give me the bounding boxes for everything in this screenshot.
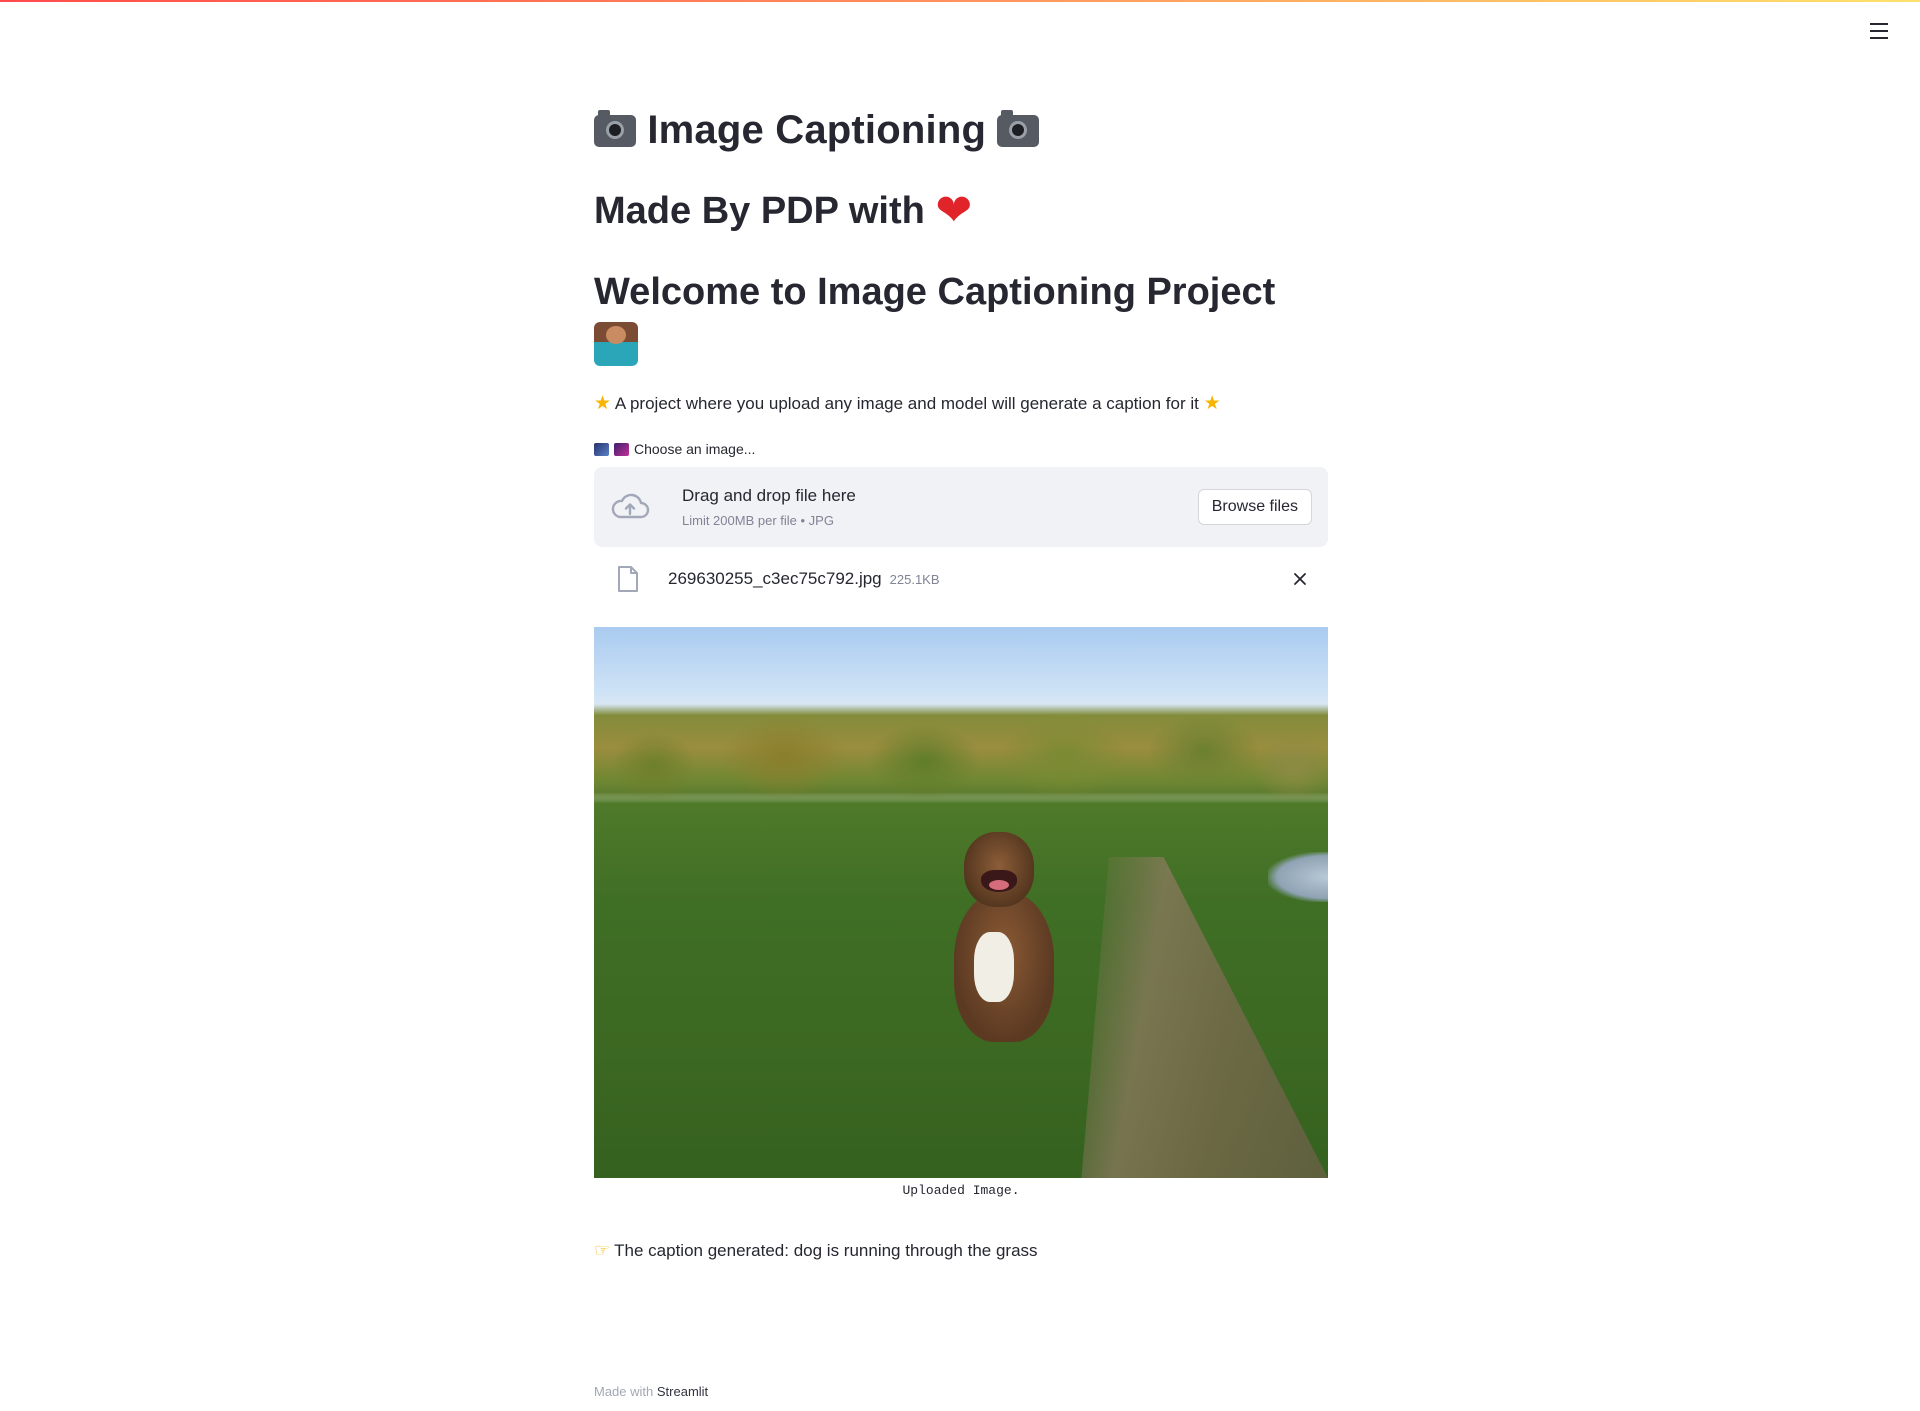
browse-files-button[interactable]: Browse files [1197, 489, 1312, 525]
project-description: ★ A project where you upload any image a… [594, 390, 1328, 417]
hamburger-line [1870, 37, 1888, 39]
dropzone-instructions: Drag and drop file here Limit 200MB per … [682, 484, 1198, 531]
image-dirt-path [1081, 857, 1328, 1178]
file-icon [618, 566, 638, 592]
hamburger-menu-icon [1870, 23, 1888, 25]
generated-caption-text: The caption generated: dog is running th… [614, 1241, 1038, 1260]
uploaded-file-row: 269630255_c3ec75c792.jpg 225.1KB [594, 557, 1328, 601]
footer-streamlit-link[interactable]: Streamlit [657, 1384, 708, 1399]
welcome-heading: Welcome to Image Captioning Project [594, 264, 1328, 376]
cloud-upload-icon [611, 493, 650, 519]
image-treeline [594, 697, 1328, 817]
generated-caption: ☞ The caption generated: dog is running t… [594, 1238, 1328, 1264]
uploader-label-text: Choose an image... [634, 441, 756, 457]
main-menu-button[interactable] [1866, 20, 1892, 42]
dog-mouth [981, 870, 1017, 892]
top-decoration-stripe [0, 0, 1920, 2]
main-content: Image Captioning Made By PDP with ❤ Welc… [594, 100, 1328, 1264]
uploaded-image [594, 627, 1328, 1178]
page-title-text: Image Captioning [647, 108, 987, 152]
author-heading-text: Made By PDP with [594, 190, 925, 232]
star-icon: ★ [1203, 392, 1221, 414]
hamburger-line [1870, 30, 1888, 32]
close-icon[interactable] [1290, 569, 1310, 589]
footer: Made with Streamlit [594, 1384, 708, 1399]
uploaded-file-name: 269630255_c3ec75c792.jpg [668, 569, 882, 588]
image-water [1268, 852, 1328, 902]
dropzone-limit: Limit 200MB per file • JPG [682, 512, 834, 528]
technologist-icon [594, 322, 638, 366]
footer-prefix: Made with [594, 1384, 654, 1399]
uploader-label: Choose an image... [594, 439, 1328, 459]
star-icon: ★ [594, 392, 612, 414]
author-heading: Made By PDP with ❤ [594, 182, 1328, 240]
galaxy-icon [614, 442, 629, 456]
page-title: Image Captioning [594, 100, 1328, 160]
file-dropzone[interactable]: Drag and drop file here Limit 200MB per … [594, 467, 1328, 547]
image-caption: Uploaded Image. [902, 1183, 1020, 1198]
uploaded-file-size: 225.1KB [889, 571, 940, 587]
camera-icon [594, 110, 636, 147]
image-dog [939, 822, 1069, 1072]
night-sky-icon [594, 442, 609, 456]
heart-icon: ❤ [935, 185, 973, 236]
dropzone-title: Drag and drop file here [682, 485, 856, 505]
dog-chest [974, 932, 1014, 1002]
camera-icon [997, 110, 1040, 147]
welcome-heading-text: Welcome to Image Captioning Project [594, 271, 1276, 313]
project-description-text: A project where you upload any image and… [614, 394, 1199, 413]
pointing-hand-icon: ☞ [594, 1240, 611, 1261]
